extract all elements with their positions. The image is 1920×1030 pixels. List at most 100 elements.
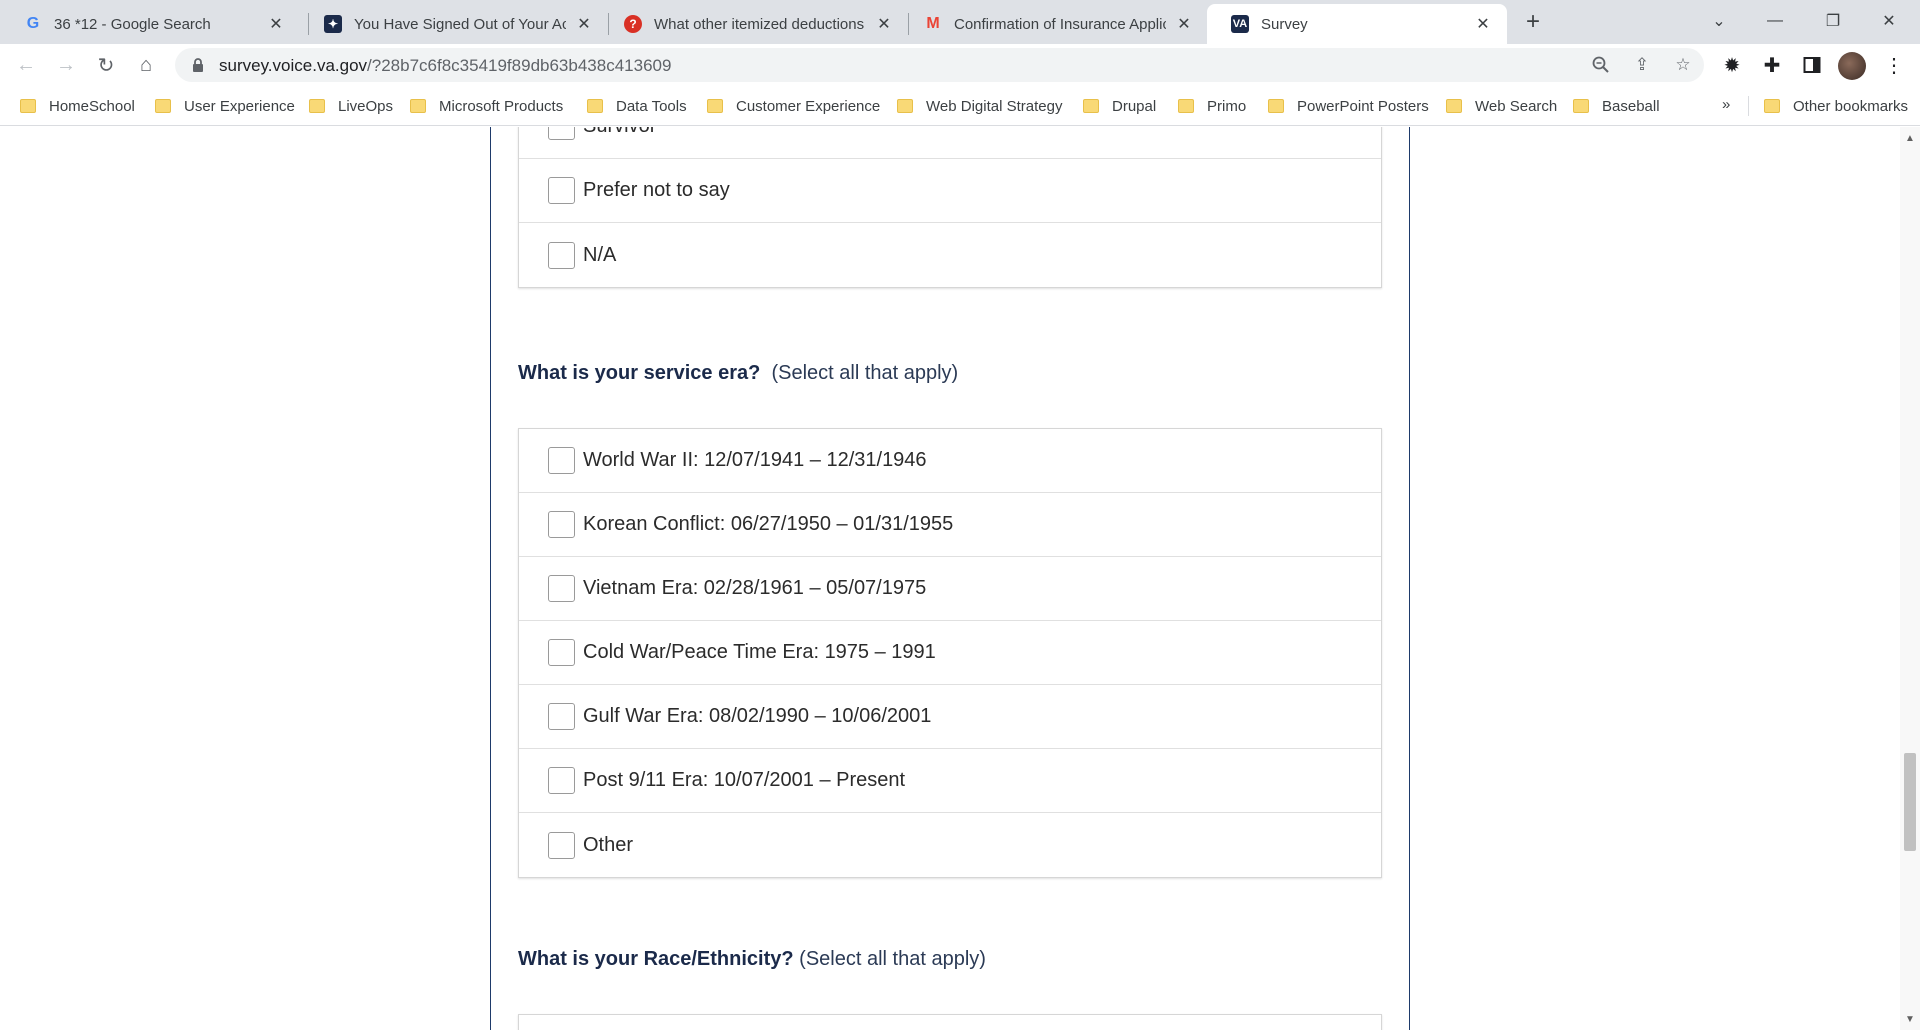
folder-icon	[707, 99, 723, 113]
minimize-icon[interactable]: —	[1752, 6, 1798, 36]
tab-insurance-confirmation[interactable]: M Confirmation of Insurance Applic ✕	[900, 4, 1208, 44]
option-world-war-ii[interactable]: World War II: 12/07/1941 – 12/31/1946	[519, 429, 1381, 493]
folder-icon	[1764, 99, 1780, 113]
restore-icon[interactable]: ❐	[1810, 6, 1856, 36]
folder-icon	[410, 99, 426, 113]
option-cold-war[interactable]: Cold War/Peace Time Era: 1975 – 1991	[519, 621, 1381, 685]
checkbox[interactable]	[548, 127, 575, 140]
service-era-options: World War II: 12/07/1941 – 12/31/1946 Ko…	[518, 428, 1382, 878]
bookmark-primo[interactable]: Primo	[1178, 96, 1246, 116]
bookmark-web-search[interactable]: Web Search	[1446, 96, 1557, 116]
bookmark-powerpoint-posters[interactable]: PowerPoint Posters	[1268, 96, 1429, 116]
reload-icon[interactable]: ↻	[92, 51, 120, 79]
folder-icon	[1268, 99, 1284, 113]
tab-title: 36 *12 - Google Search	[54, 15, 211, 33]
question-service-era: What is your service era? (Select all th…	[518, 362, 959, 384]
bookmarks-overflow-chevron[interactable]: »	[1722, 96, 1730, 113]
share-icon[interactable]: ⇪	[1629, 52, 1655, 78]
option-gulf-war[interactable]: Gulf War Era: 08/02/1990 – 10/06/2001	[519, 685, 1381, 749]
bookmark-data-tools[interactable]: Data Tools	[587, 96, 687, 116]
bookmark-homeschool[interactable]: HomeSchool	[20, 96, 135, 116]
close-icon[interactable]: ✕	[574, 14, 594, 34]
tab-title: What other itemized deductions	[654, 15, 865, 33]
extension-gear-icon[interactable]: ✹	[1718, 51, 1746, 79]
checkbox[interactable]	[548, 511, 575, 538]
checkbox[interactable]	[548, 703, 575, 730]
tab-title: You Have Signed Out of Your Acc	[354, 15, 566, 33]
side-panel-icon[interactable]	[1798, 51, 1826, 79]
zoom-icon[interactable]	[1588, 52, 1614, 78]
checkbox[interactable]	[548, 177, 575, 204]
folder-icon	[587, 99, 603, 113]
question-race-ethnicity: What is your Race/Ethnicity? (Select all…	[518, 948, 986, 970]
close-icon[interactable]: ✕	[874, 14, 894, 34]
tab-strip: G 36 *12 - Google Search ✕ ✦ You Have Si…	[0, 0, 1920, 44]
option-prefer-not-to-say[interactable]: Prefer not to say	[519, 159, 1381, 223]
bookmarks-bar: HomeSchool User Experience LiveOps Micro…	[0, 86, 1920, 126]
checkbox[interactable]	[548, 639, 575, 666]
bookmark-web-digital-strategy[interactable]: Web Digital Strategy	[897, 96, 1062, 116]
close-window-icon[interactable]: ✕	[1866, 6, 1912, 36]
browser-toolbar: ← → ↻ ⌂ survey.voice.va.gov/?28b7c6f8c35…	[0, 44, 1920, 86]
folder-icon	[1083, 99, 1099, 113]
option-survivor[interactable]: Survivor	[519, 127, 1381, 159]
forward-icon[interactable]: →	[52, 51, 80, 79]
folder-icon	[20, 99, 36, 113]
va-logo-icon: VA	[1231, 15, 1249, 33]
option-post-911[interactable]: Post 9/11 Era: 10/07/2001 – Present	[519, 749, 1381, 813]
bookmark-star-icon[interactable]: ☆	[1670, 52, 1696, 78]
page-scrollbar[interactable]: ▲ ▼	[1900, 127, 1920, 1030]
question-icon: ?	[624, 15, 642, 33]
url-text: survey.voice.va.gov/?28b7c6f8c35419f89db…	[219, 56, 672, 75]
home-icon[interactable]: ⌂	[132, 51, 160, 79]
tab-itemized-deductions[interactable]: ? What other itemized deductions ✕	[600, 4, 908, 44]
checkbox[interactable]	[548, 575, 575, 602]
folder-icon	[1446, 99, 1462, 113]
bookmark-microsoft-products[interactable]: Microsoft Products	[410, 96, 563, 116]
folder-icon	[309, 99, 325, 113]
bookmarks-divider	[1748, 96, 1749, 116]
profile-avatar[interactable]	[1838, 52, 1866, 80]
lock-icon	[189, 56, 207, 74]
tab-survey[interactable]: VA Survey ✕	[1207, 4, 1507, 44]
tab-signed-out[interactable]: ✦ You Have Signed Out of Your Acc ✕	[300, 4, 608, 44]
previous-question-options: Survivor Prefer not to say N/A	[518, 127, 1382, 288]
extensions-puzzle-icon[interactable]: ✚	[1758, 51, 1786, 79]
survey-page: Survivor Prefer not to say N/A What is y…	[0, 127, 1900, 1030]
bookmark-other-bookmarks[interactable]: Other bookmarks	[1764, 96, 1908, 116]
checkbox[interactable]	[548, 447, 575, 474]
tab-title: Confirmation of Insurance Applic	[954, 15, 1166, 33]
bookmark-customer-experience[interactable]: Customer Experience	[707, 96, 880, 116]
folder-icon	[897, 99, 913, 113]
checkbox[interactable]	[548, 831, 575, 859]
close-icon[interactable]: ✕	[1174, 14, 1194, 34]
address-bar[interactable]: survey.voice.va.gov/?28b7c6f8c35419f89db…	[175, 48, 1704, 82]
option-other[interactable]: Other	[519, 813, 1381, 877]
folder-icon	[155, 99, 171, 113]
back-icon[interactable]: ←	[12, 51, 40, 79]
option-korean-conflict[interactable]: Korean Conflict: 06/27/1950 – 01/31/1955	[519, 493, 1381, 557]
scrollbar-thumb[interactable]	[1904, 753, 1916, 851]
va-seal-icon: ✦	[324, 15, 342, 33]
race-ethnicity-options	[518, 1014, 1382, 1030]
tab-google-search[interactable]: G 36 *12 - Google Search ✕	[0, 4, 300, 44]
checkbox[interactable]	[548, 241, 575, 269]
tab-title: Survey	[1261, 15, 1308, 33]
option-vietnam-era[interactable]: Vietnam Era: 02/28/1961 – 05/07/1975	[519, 557, 1381, 621]
new-tab-plus-icon[interactable]: +	[1519, 8, 1547, 36]
bookmark-liveops[interactable]: LiveOps	[309, 96, 393, 116]
close-icon[interactable]: ✕	[266, 14, 286, 34]
close-icon[interactable]: ✕	[1473, 14, 1493, 34]
bookmark-user-experience[interactable]: User Experience	[155, 96, 295, 116]
tab-search-chevron-icon[interactable]: ⌄	[1696, 6, 1742, 36]
bookmark-baseball[interactable]: Baseball	[1573, 96, 1660, 116]
bookmark-drupal[interactable]: Drupal	[1083, 96, 1156, 116]
menu-kebab-icon[interactable]: ⋮	[1880, 51, 1908, 79]
scroll-down-arrow-icon[interactable]: ▼	[1905, 1014, 1915, 1025]
folder-icon	[1178, 99, 1194, 113]
gmail-icon: M	[926, 15, 940, 32]
option-na[interactable]: N/A	[519, 223, 1381, 287]
scroll-up-arrow-icon[interactable]: ▲	[1905, 133, 1915, 144]
checkbox[interactable]	[548, 767, 575, 794]
folder-icon	[1573, 99, 1589, 113]
